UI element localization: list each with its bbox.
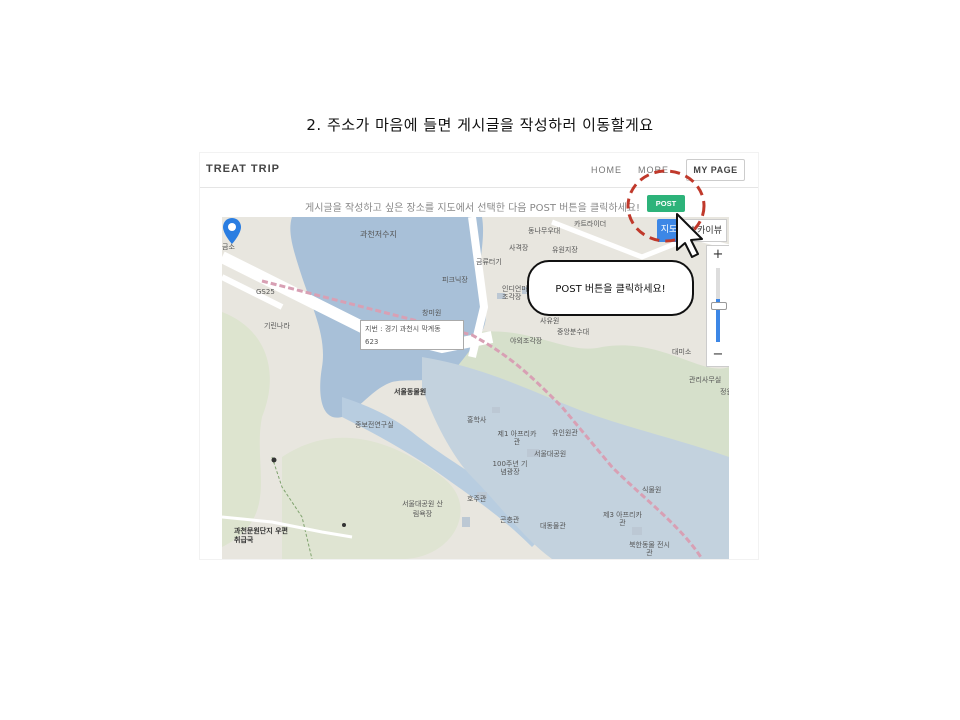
tip-callout: POST 버튼을 클릭하세요! — [527, 260, 694, 316]
cursor-arrow-icon — [676, 213, 703, 258]
tip-callout-text: POST 버튼을 클릭하세요! — [555, 284, 666, 295]
annotation-overlay — [626, 169, 706, 258]
